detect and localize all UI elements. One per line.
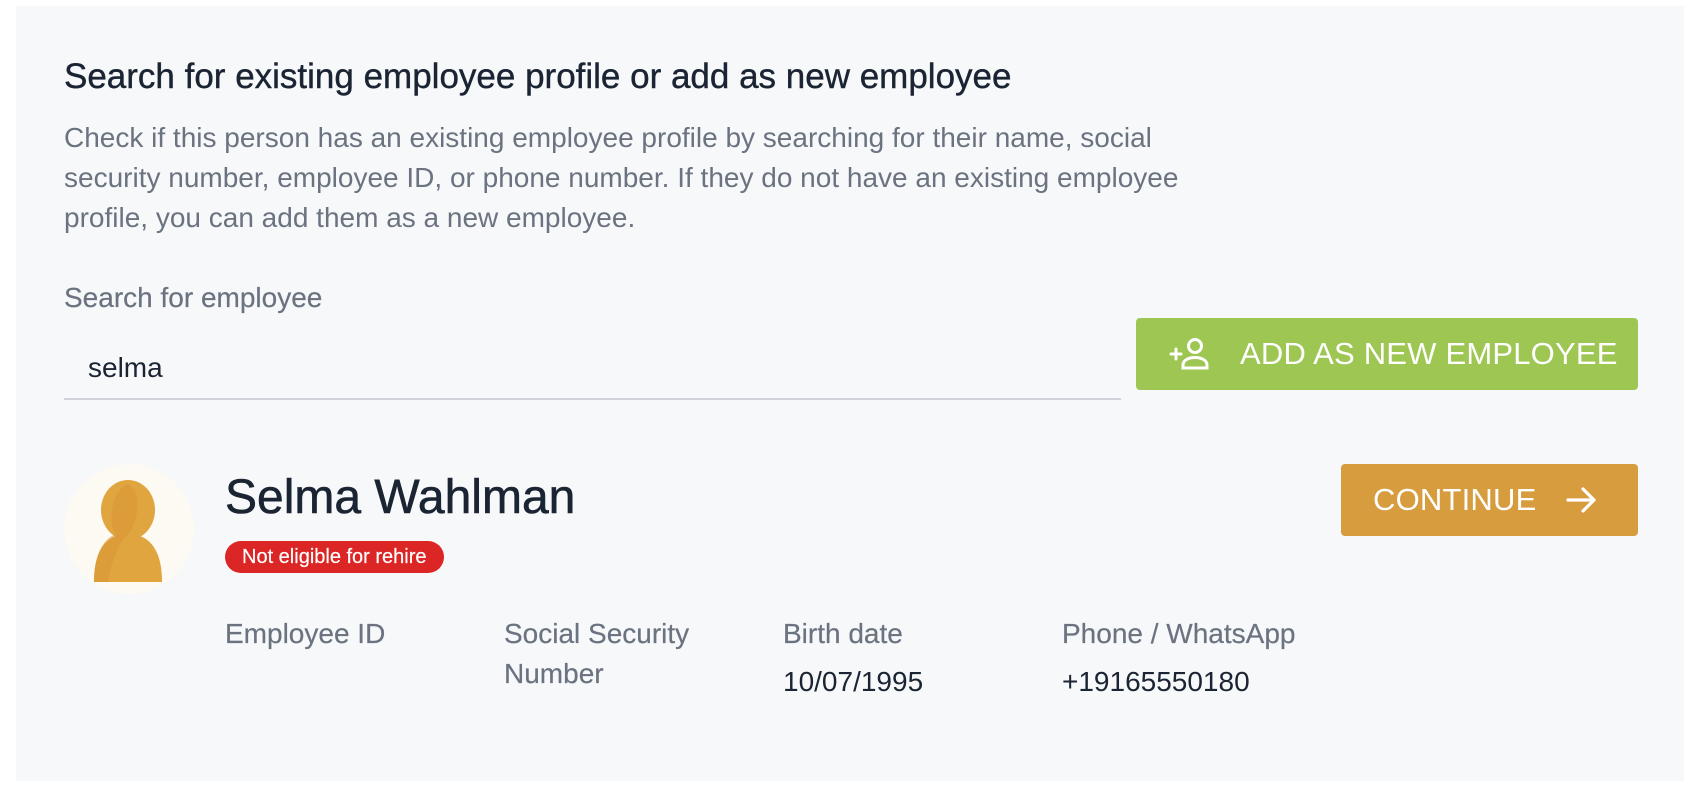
add-new-employee-label: ADD AS NEW EMPLOYEE [1240,336,1618,371]
page-title: Search for existing employee profile or … [64,57,1012,96]
add-new-employee-button[interactable]: ADD AS NEW EMPLOYEE [1136,318,1638,390]
phone-label: Phone / WhatsApp [1062,618,1296,649]
add-person-icon [1168,332,1212,376]
person-avatar-icon [94,480,162,582]
birth-date-value: 10/07/1995 [783,666,924,697]
search-input[interactable] [64,338,1121,400]
continue-button[interactable]: CONTINUE [1341,464,1638,536]
employee-id-label: Employee ID [225,618,386,649]
employee-name: Selma Wahlman [225,471,576,525]
continue-label: CONTINUE [1373,482,1537,517]
search-label: Search for employee [64,282,323,313]
birth-date-label: Birth date [783,618,903,649]
phone-value: +19165550180 [1062,666,1250,697]
arrow-right-icon [1563,482,1599,518]
ssn-label: Social Security Number [504,618,690,689]
status-badge: Not eligible for rehire [225,541,444,573]
avatar [64,464,194,594]
page-description: Check if this person has an existing emp… [64,122,1179,233]
